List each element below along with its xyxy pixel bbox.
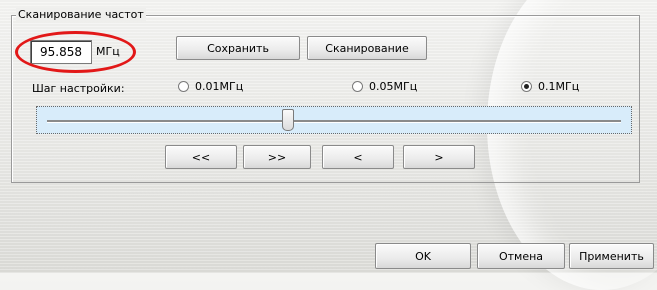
- step-label: Шаг настройки:: [32, 82, 125, 95]
- ok-button[interactable]: OK: [375, 243, 471, 269]
- step-option-label: 0.01МГц: [195, 80, 244, 93]
- group-title: Сканирование частот: [16, 8, 146, 21]
- save-button[interactable]: Сохранить: [176, 36, 300, 60]
- radio-button-icon: [178, 81, 189, 92]
- frequency-unit-label: МГц: [96, 45, 120, 58]
- step-option-label: 0.05МГц: [369, 80, 418, 93]
- slider-thumb[interactable]: [282, 109, 295, 131]
- step-option-0-05[interactable]: 0.05МГц: [352, 80, 417, 93]
- frequency-field[interactable]: 95.858: [30, 40, 92, 64]
- step-forward-button[interactable]: >: [403, 145, 475, 169]
- fast-forward-button[interactable]: >>: [243, 145, 311, 169]
- frequency-slider[interactable]: [36, 106, 632, 134]
- scan-button[interactable]: Сканирование: [307, 36, 427, 60]
- radio-button-icon: [352, 81, 363, 92]
- apply-button[interactable]: Применить: [569, 243, 654, 269]
- radio-button-selected-icon: [521, 81, 532, 92]
- step-option-0-1[interactable]: 0.1МГц: [521, 80, 579, 93]
- fast-backward-button[interactable]: <<: [165, 145, 237, 169]
- step-option-label: 0.1МГц: [538, 80, 580, 93]
- step-backward-button[interactable]: <: [322, 145, 394, 169]
- step-option-0-01[interactable]: 0.01МГц: [178, 80, 243, 93]
- cancel-button[interactable]: Отмена: [477, 243, 565, 269]
- slider-track: [47, 120, 621, 123]
